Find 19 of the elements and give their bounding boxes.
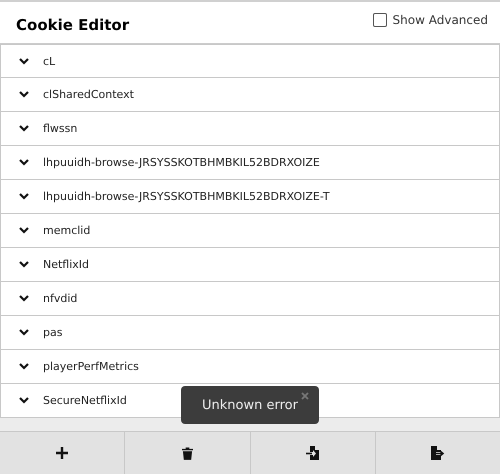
- show-advanced-label[interactable]: Show Advanced: [392, 13, 488, 27]
- show-advanced-checkbox[interactable]: [372, 13, 387, 27]
- file-import-icon: [306, 446, 320, 460]
- cookie-row[interactable]: NetflixId: [0, 248, 500, 282]
- close-icon[interactable]: [301, 392, 309, 400]
- cookie-row[interactable]: pas: [0, 316, 500, 350]
- cookie-row[interactable]: lhpuuidh-browse-JRSYSSKOTBHMBKIL52BDRXOIZE: [0, 146, 500, 180]
- cookie-row[interactable]: clSharedContext: [0, 78, 500, 112]
- app-title: Cookie Editor: [16, 16, 130, 34]
- plus-icon: [56, 447, 68, 459]
- cookie-row[interactable]: cL: [0, 44, 500, 78]
- cookie-row[interactable]: playerPerfMetrics: [0, 350, 500, 384]
- cookie-row[interactable]: memclid: [0, 214, 500, 248]
- trash-icon: [182, 446, 193, 460]
- cookie-row[interactable]: nfvdid: [0, 282, 500, 316]
- cookie-row[interactable]: flwssn: [0, 112, 500, 146]
- file-export-icon: [430, 446, 445, 460]
- cookie-row[interactable]: lhpuuidh-browse-JRSYSSKOTBHMBKIL52BDRXOIZE-T: [0, 180, 500, 214]
- toast-message: Unknown error: [202, 398, 298, 412]
